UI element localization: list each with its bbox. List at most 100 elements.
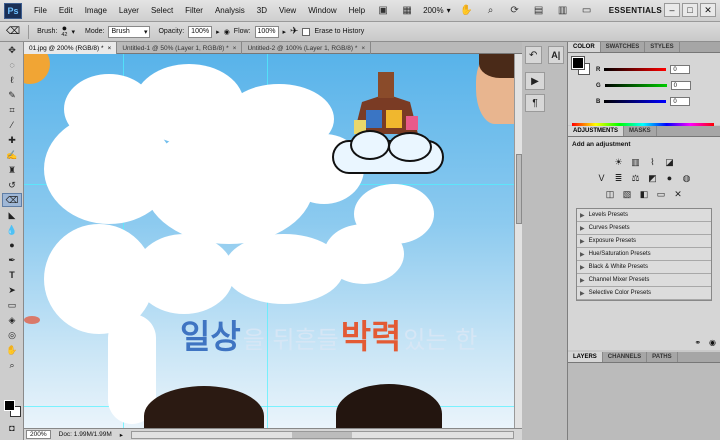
- tab-styles[interactable]: STYLES: [645, 42, 680, 52]
- tab-document-01[interactable]: 01.jpg @ 200% (RGB/8) * ×: [24, 42, 118, 54]
- menu-3d[interactable]: 3D: [251, 6, 273, 15]
- gradient-map-icon[interactable]: ▭: [655, 188, 667, 200]
- rectangle-tool-icon[interactable]: ▭: [2, 298, 22, 312]
- mode-select[interactable]: Brush ▾: [108, 25, 151, 38]
- 3d-orbit-tool-icon[interactable]: ◎: [2, 328, 22, 342]
- hand-tool-icon[interactable]: ✋: [458, 4, 476, 18]
- brush-tool-icon[interactable]: ✍: [2, 148, 22, 162]
- history-panel-icon[interactable]: ↶: [525, 46, 542, 64]
- blur-tool-icon[interactable]: 💧: [2, 223, 22, 237]
- screen-mode-icon[interactable]: ▭: [578, 4, 596, 18]
- zoom-tool-icon[interactable]: ⌕: [2, 358, 22, 372]
- preset-curves[interactable]: ▶ Curves Presets: [577, 222, 711, 235]
- visibility-icon[interactable]: ◉: [709, 338, 716, 347]
- arrange-documents-icon[interactable]: ▥: [554, 4, 572, 18]
- channel-mixer-icon[interactable]: ◍: [681, 172, 693, 184]
- posterize-icon[interactable]: ▧: [621, 188, 633, 200]
- zoom-tool-icon[interactable]: ⌕: [482, 4, 500, 18]
- preset-selective-color[interactable]: ▶ Selective Color Presets: [577, 287, 711, 300]
- blue-slider[interactable]: [604, 100, 667, 103]
- preset-exposure[interactable]: ▶ Exposure Presets: [577, 235, 711, 248]
- eraser-tool-preset-icon[interactable]: ⌫: [6, 26, 20, 37]
- close-icon[interactable]: ✕: [700, 3, 716, 17]
- opacity-input[interactable]: 100%: [188, 25, 213, 38]
- brush-picker[interactable]: ● 42: [61, 23, 67, 39]
- green-value-input[interactable]: 0: [670, 81, 691, 90]
- blue-value-input[interactable]: 0: [670, 97, 691, 106]
- minimize-icon[interactable]: –: [664, 3, 680, 17]
- menu-image[interactable]: Image: [79, 6, 113, 15]
- spot-healing-tool-icon[interactable]: ✚: [2, 133, 22, 147]
- flow-input[interactable]: 100%: [254, 25, 279, 38]
- character-panel-icon[interactable]: A|: [547, 46, 564, 64]
- paragraph-panel-icon[interactable]: ¶: [525, 94, 545, 112]
- quick-selection-tool-icon[interactable]: ✎: [2, 88, 22, 102]
- extras-icon[interactable]: ▦: [398, 4, 416, 18]
- tab-swatches[interactable]: SWATCHES: [601, 42, 646, 52]
- crop-tool-icon[interactable]: ⌗: [2, 103, 22, 117]
- image-canvas[interactable]: 일상 을 뒤흔들 박력 있는 한: [24, 54, 514, 428]
- clone-stamp-tool-icon[interactable]: ♜: [2, 163, 22, 177]
- maximize-icon[interactable]: □: [682, 3, 698, 17]
- tab-channels[interactable]: CHANNELS: [603, 352, 648, 362]
- menu-edit[interactable]: Edit: [53, 6, 79, 15]
- airbrush-icon[interactable]: ✈: [290, 26, 298, 37]
- quick-mask-icon[interactable]: ◘: [2, 421, 22, 435]
- vibrance-icon[interactable]: V: [596, 172, 608, 184]
- close-icon[interactable]: ×: [361, 45, 365, 52]
- tab-untitled-1[interactable]: Untitled-1 @ 50% (Layer 1, RGB/8) * ×: [117, 42, 243, 54]
- lasso-tool-icon[interactable]: ℓ: [2, 73, 22, 87]
- red-value-input[interactable]: 0: [670, 65, 691, 74]
- foreground-color-swatch[interactable]: [571, 56, 585, 70]
- scroll-thumb[interactable]: [292, 431, 352, 438]
- tab-color[interactable]: COLOR: [568, 42, 601, 52]
- selective-color-icon[interactable]: ✕: [672, 188, 684, 200]
- close-icon[interactable]: ×: [108, 45, 112, 52]
- vertical-scrollbar[interactable]: [514, 54, 522, 428]
- preset-black-white[interactable]: ▶ Black & White Presets: [577, 261, 711, 274]
- tab-adjustments[interactable]: ADJUSTMENTS: [568, 126, 625, 136]
- bridge-icon[interactable]: ▣: [374, 4, 392, 18]
- red-slider[interactable]: [604, 68, 667, 71]
- brightness-contrast-icon[interactable]: ☀: [613, 156, 625, 168]
- dodge-tool-icon[interactable]: ●: [2, 238, 22, 252]
- chevron-right-icon[interactable]: ▸: [120, 431, 123, 439]
- chevron-right-icon[interactable]: ▸: [283, 28, 287, 36]
- history-brush-tool-icon[interactable]: ↺: [2, 178, 22, 192]
- paint-bucket-tool-icon[interactable]: ◣: [2, 208, 22, 222]
- menu-filter[interactable]: Filter: [179, 6, 209, 15]
- curves-icon[interactable]: ⌇: [647, 156, 659, 168]
- chevron-down-icon[interactable]: ▾: [72, 28, 76, 36]
- eraser-tool-icon[interactable]: ⌫: [2, 193, 22, 207]
- tab-paths[interactable]: PATHS: [647, 352, 678, 362]
- status-zoom-field[interactable]: 200%: [26, 430, 51, 439]
- preset-hue-saturation[interactable]: ▶ Hue/Saturation Presets: [577, 248, 711, 261]
- eyedropper-tool-icon[interactable]: ⁄: [2, 118, 22, 132]
- menu-view[interactable]: View: [273, 6, 302, 15]
- 3d-rotate-tool-icon[interactable]: ◈: [2, 313, 22, 327]
- exposure-icon[interactable]: ◪: [664, 156, 676, 168]
- color-balance-icon[interactable]: ⚖: [630, 172, 642, 184]
- actions-panel-icon[interactable]: ▶: [525, 72, 545, 90]
- preset-levels[interactable]: ▶ Levels Presets: [577, 209, 711, 222]
- type-tool-icon[interactable]: T: [2, 268, 22, 282]
- green-slider[interactable]: [604, 84, 667, 87]
- foreground-color-swatch[interactable]: [4, 400, 15, 411]
- move-tool-icon[interactable]: ✥: [2, 43, 22, 57]
- close-icon[interactable]: ×: [233, 45, 237, 52]
- clip-to-layer-icon[interactable]: ⚭: [694, 338, 701, 347]
- menu-help[interactable]: Help: [343, 6, 371, 15]
- hand-tool-icon[interactable]: ✋: [2, 343, 22, 357]
- tab-untitled-2[interactable]: Untitled-2 @ 100% (Layer 1, RGB/8) * ×: [242, 42, 372, 54]
- photo-filter-icon[interactable]: ●: [664, 172, 676, 184]
- erase-to-history-checkbox[interactable]: [302, 27, 311, 36]
- workspace-switcher[interactable]: ESSENTIALS: [609, 6, 662, 15]
- menu-analysis[interactable]: Analysis: [209, 6, 251, 15]
- chevron-right-icon[interactable]: ▸: [216, 28, 220, 36]
- tab-masks[interactable]: MASKS: [624, 126, 657, 136]
- menu-window[interactable]: Window: [302, 6, 342, 15]
- zoom-dropdown[interactable]: 200% ▾: [423, 6, 450, 15]
- preset-channel-mixer[interactable]: ▶ Channel Mixer Presets: [577, 274, 711, 287]
- tablet-pressure-icon[interactable]: ◉: [224, 28, 230, 36]
- menu-select[interactable]: Select: [145, 6, 179, 15]
